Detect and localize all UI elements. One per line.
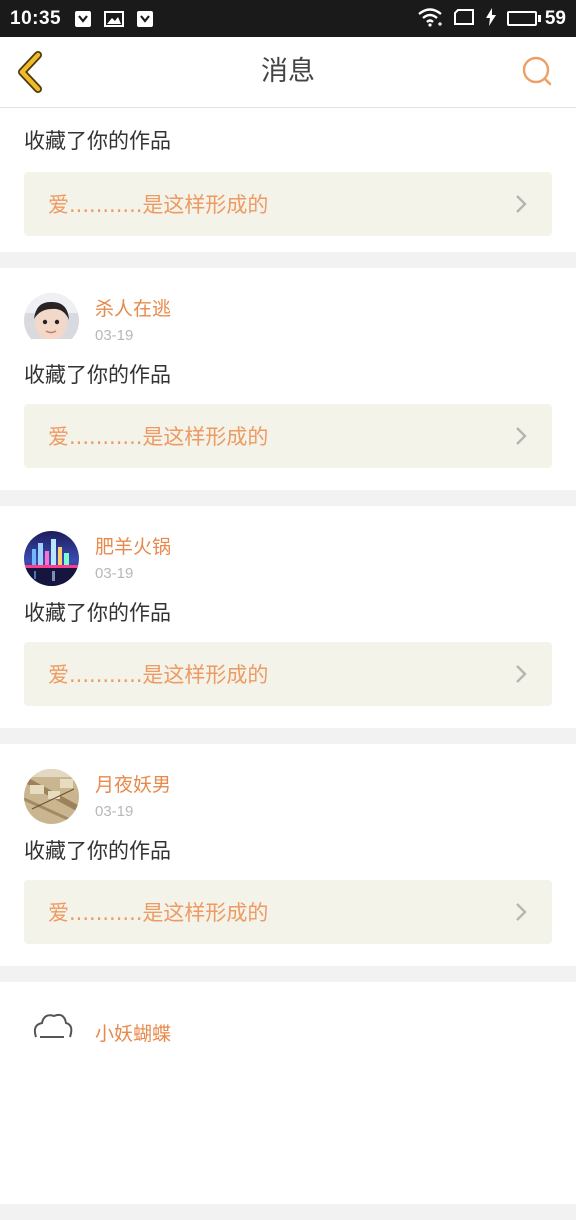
- nav-bar: 消息: [0, 37, 576, 108]
- message-date: 03-19: [95, 326, 134, 344]
- action-text: 收藏了你的作品: [24, 839, 171, 863]
- battery-icon: [506, 11, 537, 26]
- work-link[interactable]: 爱...........是这样形成的: [24, 880, 552, 944]
- work-title: 爱...........是这样形成的: [48, 193, 269, 217]
- image-icon: [104, 10, 125, 28]
- user-name[interactable]: 杀人在逃: [95, 297, 171, 321]
- user-row: 月夜妖男 03-19: [24, 768, 552, 824]
- message-card: 小妖蝴蝶: [0, 982, 576, 1204]
- screen-rotate-icon: [453, 8, 475, 30]
- chevron-right-icon: [516, 903, 527, 921]
- avatar[interactable]: [24, 292, 79, 348]
- wifi-icon: [417, 7, 443, 31]
- shield-icon: [135, 10, 155, 28]
- battery-indicator: 59: [506, 7, 566, 30]
- work-title: 爱...........是这样形成的: [48, 901, 269, 925]
- message-date: 03-19: [95, 802, 134, 820]
- user-row: 小妖蝴蝶: [24, 1006, 552, 1062]
- user-row: 肥羊火锅 03-19: [24, 530, 552, 586]
- charging-icon: [485, 7, 497, 30]
- work-link[interactable]: 爱...........是这样形成的: [24, 172, 552, 236]
- action-text: 收藏了你的作品: [24, 363, 171, 387]
- page-title: 消息: [261, 56, 315, 87]
- chevron-right-icon: [516, 665, 527, 683]
- status-bar: 10:35 59: [0, 0, 576, 37]
- message-card: 月夜妖男 03-19 收藏了你的作品 爱...........是这样形成的: [0, 744, 576, 966]
- user-name[interactable]: 小妖蝴蝶: [95, 1022, 171, 1046]
- avatar[interactable]: [24, 768, 79, 824]
- message-list: 收藏了你的作品 爱...........是这样形成的 杀人在逃 03-19 收藏…: [0, 108, 576, 1220]
- status-time: 10:35: [10, 7, 62, 29]
- action-text: 收藏了你的作品: [24, 129, 171, 153]
- shield-icon: [73, 10, 93, 28]
- work-title: 爱...........是这样形成的: [48, 425, 269, 449]
- work-title: 爱...........是这样形成的: [48, 663, 269, 687]
- message-card: 收藏了你的作品 爱...........是这样形成的: [0, 108, 576, 252]
- battery-percent: 59: [544, 7, 566, 29]
- action-text: 收藏了你的作品: [24, 601, 171, 625]
- user-name[interactable]: 肥羊火锅: [95, 535, 171, 559]
- avatar[interactable]: [24, 1006, 79, 1062]
- message-date: 03-19: [95, 564, 134, 582]
- work-link[interactable]: 爱...........是这样形成的: [24, 642, 552, 706]
- avatar[interactable]: [24, 530, 79, 586]
- chevron-right-icon: [516, 195, 527, 213]
- search-icon: [522, 56, 552, 86]
- chevron-right-icon: [516, 427, 527, 445]
- message-card: 肥羊火锅 03-19 收藏了你的作品 爱...........是这样形成的: [0, 506, 576, 728]
- user-name[interactable]: 月夜妖男: [95, 773, 171, 797]
- search-button[interactable]: [520, 55, 554, 89]
- notification-icons: [73, 10, 155, 28]
- message-card: 杀人在逃 03-19 收藏了你的作品 爱...........是这样形成的: [0, 268, 576, 490]
- work-link[interactable]: 爱...........是这样形成的: [24, 404, 552, 468]
- system-status: 59: [417, 7, 566, 31]
- user-row: 杀人在逃 03-19: [24, 292, 552, 348]
